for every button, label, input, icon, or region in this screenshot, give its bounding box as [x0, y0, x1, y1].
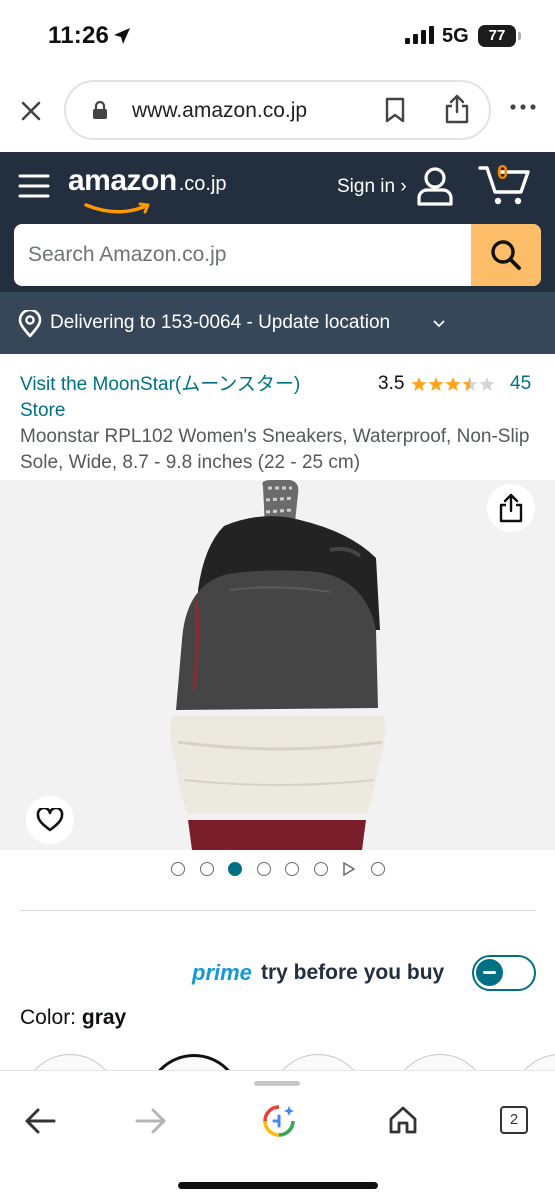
- tab-switcher-button[interactable]: 2: [500, 1106, 528, 1134]
- battery-indicator: 77: [478, 25, 521, 47]
- star-icon: [411, 377, 427, 391]
- search-icon: [491, 240, 521, 270]
- search-input[interactable]: Search Amazon.co.jp: [14, 224, 541, 286]
- heart-icon: [36, 808, 64, 832]
- pager-dot[interactable]: [285, 862, 299, 876]
- wishlist-button[interactable]: [26, 796, 74, 844]
- rating-count-link[interactable]: 45: [510, 373, 531, 395]
- more-options-icon[interactable]: [510, 104, 536, 110]
- pager-dot[interactable]: [370, 862, 385, 876]
- search-placeholder: Search Amazon.co.jp: [28, 243, 227, 266]
- home-icon[interactable]: [388, 1105, 418, 1135]
- address-bar[interactable]: www.amazon.co.jp: [64, 80, 491, 140]
- pager-dot[interactable]: [199, 862, 214, 876]
- store-link[interactable]: Visit the MoonStar(ムーンスター) Store: [20, 372, 350, 424]
- status-bar: 11:26 5G 77: [0, 0, 555, 66]
- amazon-logo[interactable]: amazon .co.jp: [68, 164, 227, 214]
- network-type: 5G: [442, 25, 469, 47]
- close-icon[interactable]: [16, 96, 46, 126]
- share-icon[interactable]: [444, 94, 470, 124]
- rating-value: 3.5: [378, 373, 405, 394]
- share-icon: [499, 493, 523, 523]
- amazon-smile-icon: [84, 202, 150, 214]
- logo-domain: .co.jp: [178, 173, 227, 195]
- pager-dot[interactable]: [313, 862, 328, 876]
- home-indicator: [178, 1182, 378, 1189]
- menu-icon[interactable]: [18, 170, 50, 202]
- share-image-button[interactable]: [487, 484, 535, 532]
- star-rating[interactable]: [411, 375, 501, 393]
- cellular-signal-icon: [405, 26, 434, 44]
- location-pin-icon: [18, 310, 42, 338]
- search-button[interactable]: [471, 224, 541, 286]
- browser-address-row: www.amazon.co.jp: [0, 66, 555, 152]
- sheet-grabber[interactable]: [254, 1081, 300, 1086]
- sign-in-link[interactable]: Sign in ›: [337, 176, 407, 198]
- chevron-down-icon: [433, 320, 445, 328]
- color-swatches: [0, 1052, 555, 1072]
- prime-tagline: try before you buy: [261, 961, 445, 984]
- product-image-carousel[interactable]: [0, 480, 555, 850]
- pager-dot[interactable]: [171, 862, 185, 876]
- product-image-shoe: [170, 480, 386, 850]
- section-divider: [20, 910, 535, 911]
- lock-icon: [93, 100, 107, 119]
- back-arrow-icon[interactable]: [24, 1107, 56, 1135]
- star-icon: [428, 377, 444, 391]
- url-text: www.amazon.co.jp: [132, 99, 308, 122]
- star-icon: [462, 377, 478, 391]
- amazon-header: amazon .co.jp Sign in › 0 Search Amazon.c…: [0, 152, 555, 292]
- prime-brand: prime: [192, 960, 252, 985]
- status-time: 11:26: [48, 22, 110, 49]
- try-before-you-buy-toggle[interactable]: [472, 955, 536, 991]
- cart-count: 0: [497, 162, 509, 184]
- pager-dot[interactable]: [256, 862, 271, 876]
- image-pager[interactable]: [0, 862, 555, 878]
- color-selection: Color: gray: [20, 1006, 126, 1030]
- product-title: Moonstar RPL102 Women's Sneakers, Waterp…: [20, 426, 530, 473]
- location-arrow-icon: [114, 28, 130, 44]
- bookmark-icon[interactable]: [384, 97, 406, 123]
- google-lens-icon[interactable]: [262, 1104, 296, 1138]
- toggle-knob: [476, 959, 503, 986]
- pager-dot-active[interactable]: [228, 862, 242, 876]
- color-label: Color:: [20, 1006, 77, 1029]
- color-value: gray: [81, 1006, 127, 1029]
- forward-arrow-icon[interactable]: [135, 1107, 167, 1135]
- delivery-location-bar[interactable]: Delivering to 153-0064 - Update location: [0, 292, 555, 354]
- browser-bottom-toolbar: 2: [0, 1070, 555, 1200]
- delivery-text: Delivering to 153-0064 - Update location: [50, 312, 391, 333]
- star-icon: [445, 377, 461, 391]
- user-account-icon[interactable]: [416, 166, 454, 206]
- video-play-icon[interactable]: [342, 862, 356, 876]
- logo-wordmark: amazon: [68, 164, 177, 197]
- star-icon: [479, 377, 495, 391]
